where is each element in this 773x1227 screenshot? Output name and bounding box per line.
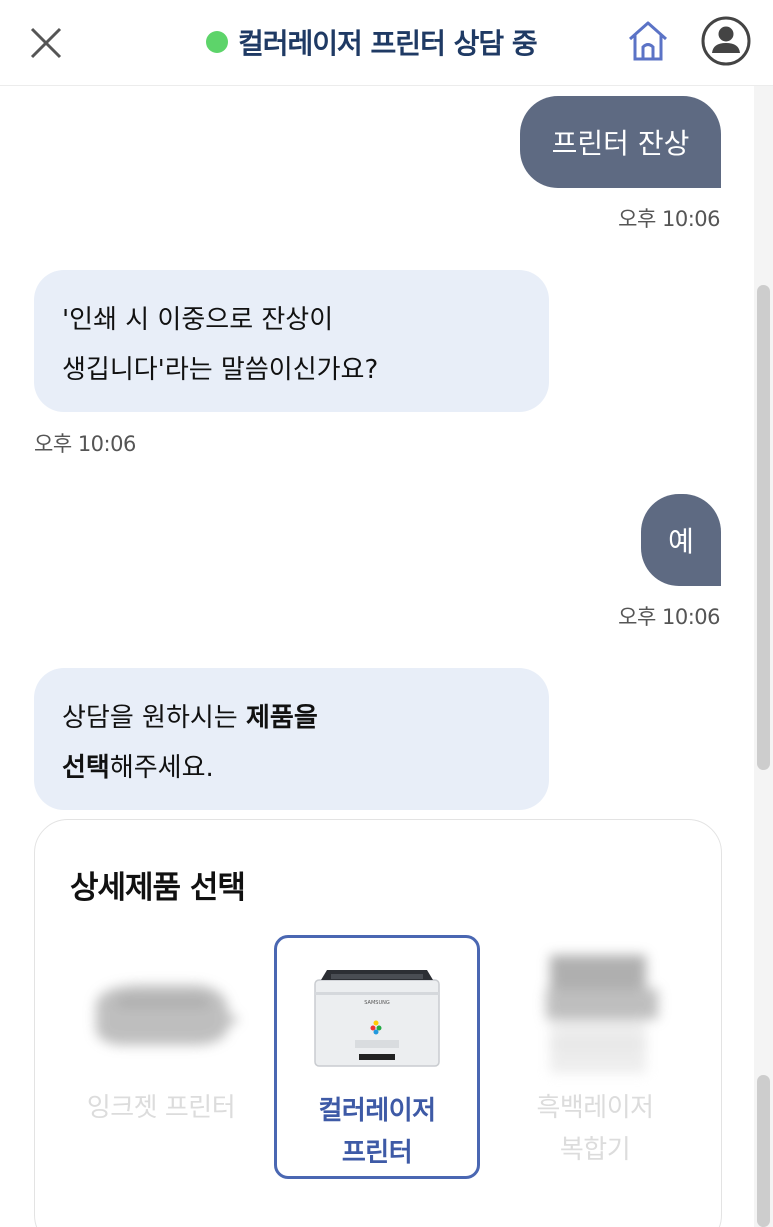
message-line: '인쇄 시 이중으로 잔상이 — [62, 305, 334, 335]
inkjet-printer-image — [96, 985, 238, 1045]
user-icon — [701, 16, 751, 66]
user-message: 예 — [641, 494, 721, 586]
user-message: 프린터 잔상 — [520, 96, 721, 188]
chat-header: 컬러레이저 프린터 상담 중 — [0, 0, 773, 86]
scrollbar-thumb-secondary[interactable] — [757, 1075, 770, 1227]
message-text: 예 — [668, 525, 694, 558]
message-emphasis: 제품을 — [245, 703, 318, 733]
scrollbar-thumb[interactable] — [757, 285, 770, 770]
bot-message: '인쇄 시 이중으로 잔상이 생깁니다'라는 말씀이신가요? — [34, 270, 549, 412]
chat-title: 컬러레이저 프린터 상담 중 — [238, 27, 538, 60]
product-option-inkjet[interactable]: 잉크젯 프린터 — [58, 935, 264, 1179]
product-option-color-laser[interactable]: SAMSUNG 컬러레이저 프린터 — [274, 935, 480, 1179]
close-icon — [30, 27, 62, 59]
chat-title-area: 컬러레이저 프린터 상담 중 — [206, 22, 538, 62]
profile-button[interactable] — [700, 15, 752, 67]
message-emphasis: 선택 — [62, 753, 110, 783]
home-icon — [629, 21, 667, 61]
card-title: 상세제품 선택 — [70, 870, 246, 906]
status-dot-icon — [206, 31, 228, 53]
mono-laser-mfp-image — [546, 955, 658, 1073]
color-laser-printer-image: SAMSUNG — [314, 970, 440, 1067]
message-time: 오후 10:06 — [618, 207, 720, 231]
product-label: 흑백레이저 복합기 — [536, 1093, 654, 1165]
product-label: 잉크젯 프린터 — [86, 1093, 236, 1123]
svg-text:SAMSUNG: SAMSUNG — [364, 1000, 390, 1006]
message-text: 상담을 원하시는 — [62, 703, 246, 733]
product-label: 컬러레이저 프린터 — [318, 1096, 436, 1168]
message-line: 생깁니다'라는 말씀이신가요? — [62, 355, 379, 385]
message-time: 오후 10:06 — [34, 432, 136, 456]
message-text: 해주세요. — [109, 753, 214, 783]
message-line: 상담을 원하시는 제품을 — [62, 693, 521, 743]
product-option-mono-laser-mfp[interactable]: 흑백레이저 복합기 — [492, 935, 698, 1179]
bot-message: 상담을 원하시는 제품을 선택해주세요. — [34, 668, 549, 810]
message-text: 프린터 잔상 — [551, 127, 690, 160]
home-button[interactable] — [622, 17, 674, 65]
close-button[interactable] — [24, 21, 68, 65]
message-line: 선택해주세요. — [62, 743, 521, 793]
message-time: 오후 10:06 — [618, 605, 720, 629]
